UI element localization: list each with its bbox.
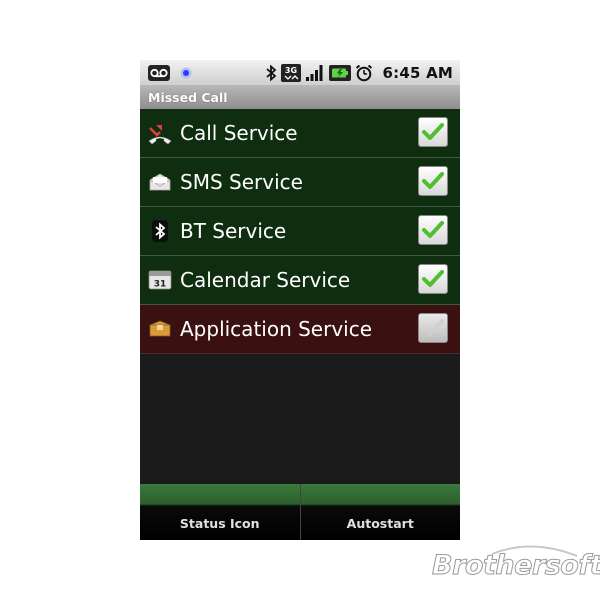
bluetooth-icon bbox=[265, 64, 277, 82]
status-icon-button[interactable]: Status Icon bbox=[140, 484, 300, 540]
calendar-service-label: Calendar Service bbox=[180, 268, 351, 292]
calendar-day-label: 31 bbox=[154, 280, 167, 290]
watermark-text: Brothersoft bbox=[432, 550, 600, 582]
list-item-application-service[interactable]: Application Service bbox=[140, 305, 460, 354]
calendar-service-checkbox[interactable] bbox=[418, 264, 448, 294]
sms-service-label: SMS Service bbox=[180, 170, 303, 194]
application-service-checkbox[interactable] bbox=[418, 313, 448, 343]
checkmark-icon bbox=[422, 123, 444, 140]
bluetooth-icon bbox=[140, 207, 180, 255]
bottom-button-bar: Status Icon Autostart bbox=[140, 484, 460, 540]
list-item-bt-service[interactable]: BT Service bbox=[140, 207, 460, 256]
notification-dot-icon bbox=[180, 67, 192, 79]
missed-call-icon bbox=[140, 109, 180, 157]
list-item-calendar-service[interactable]: 31 Calendar Service bbox=[140, 256, 460, 305]
bt-service-checkbox[interactable] bbox=[418, 215, 448, 245]
checkmark-icon bbox=[422, 221, 444, 238]
watermark-logo: Brothersoft bbox=[432, 540, 600, 590]
checkmark-icon bbox=[422, 270, 444, 287]
autostart-button[interactable]: Autostart bbox=[299, 484, 460, 540]
battery-icon bbox=[328, 64, 351, 81]
voicemail-icon bbox=[148, 64, 170, 81]
list-item-call-service[interactable]: Call Service bbox=[140, 109, 460, 158]
list-item-sms-service[interactable]: SMS Service bbox=[140, 158, 460, 207]
envelope-icon bbox=[140, 158, 180, 206]
sms-service-checkbox[interactable] bbox=[418, 166, 448, 196]
call-service-label: Call Service bbox=[180, 121, 298, 145]
signal-icon bbox=[305, 64, 325, 82]
phone-screen: 3G 6:45 AM Missed Call Call Service SMS … bbox=[140, 60, 460, 540]
checkmark-icon bbox=[422, 319, 444, 336]
status-icon-button-label: Status Icon bbox=[179, 515, 260, 531]
status-bar: 3G 6:45 AM bbox=[140, 60, 460, 85]
bt-service-label: BT Service bbox=[180, 219, 287, 243]
call-service-checkbox[interactable] bbox=[418, 117, 448, 147]
calendar-icon: 31 bbox=[140, 256, 180, 304]
3g-icon: 3G bbox=[280, 63, 301, 82]
network-type-label: 3G bbox=[284, 66, 296, 75]
package-icon bbox=[140, 305, 180, 353]
alarm-icon bbox=[355, 64, 373, 82]
autostart-button-label: Autostart bbox=[346, 515, 414, 531]
page-title: Missed Call bbox=[148, 89, 228, 105]
title-bar: Missed Call bbox=[140, 85, 460, 109]
clock: 6:45 AM bbox=[382, 63, 453, 82]
service-list: Call Service SMS Service BT Service 31 C… bbox=[140, 109, 460, 354]
application-service-label: Application Service bbox=[180, 317, 373, 341]
checkmark-icon bbox=[422, 172, 444, 189]
